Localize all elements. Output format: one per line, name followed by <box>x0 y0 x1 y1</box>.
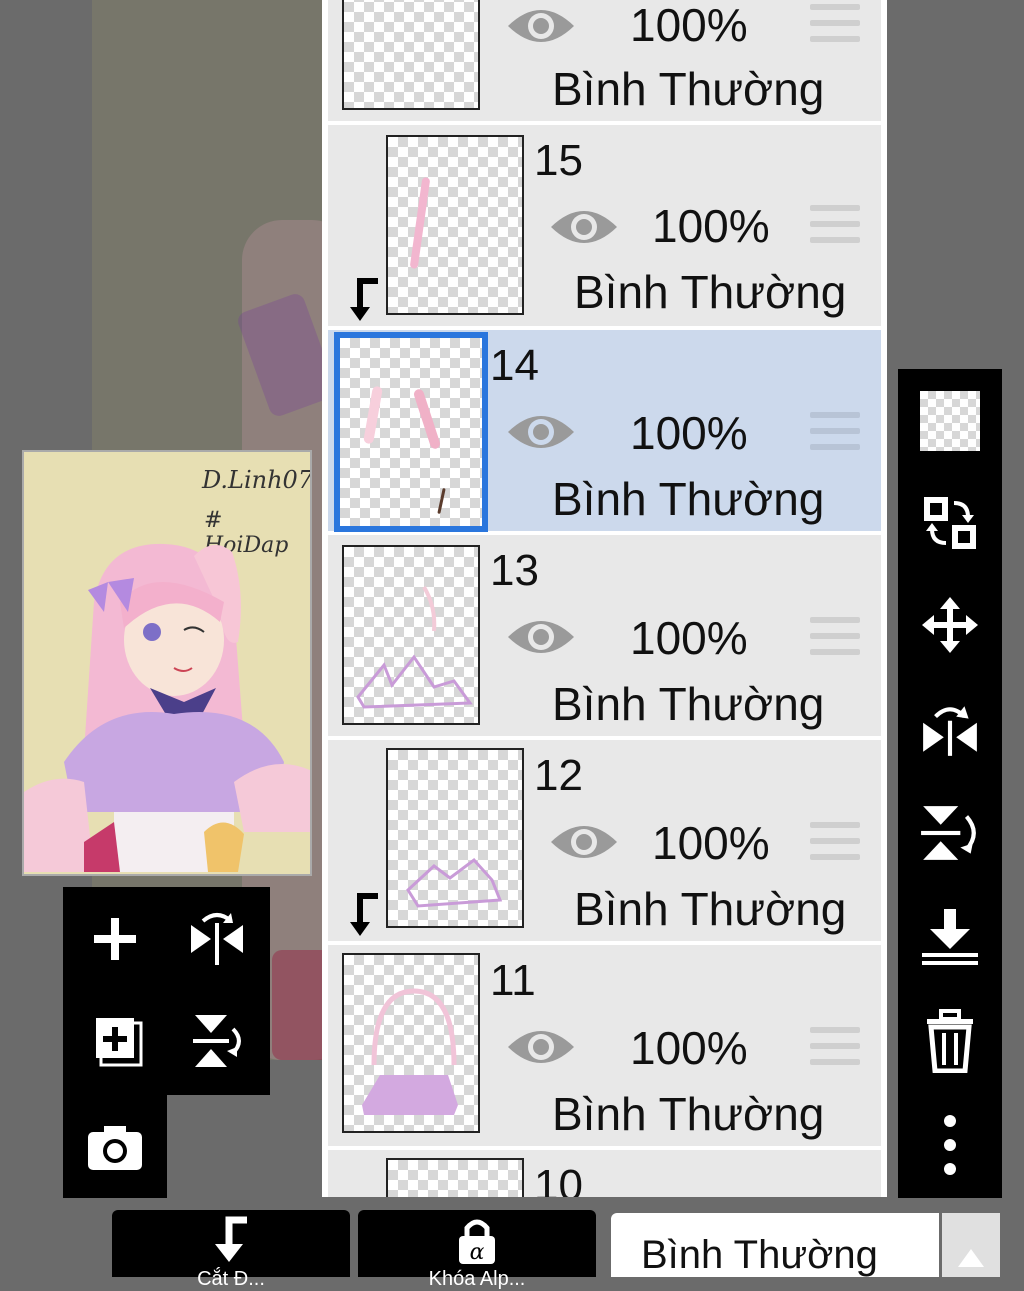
alpha-lock-button[interactable]: α Khóa Alp... <box>358 1210 596 1290</box>
artwork-thumbnail <box>24 543 310 872</box>
trash-icon <box>927 1009 973 1073</box>
layer-blend-mode[interactable]: Bình Thường <box>574 886 846 932</box>
layer-thumbnail[interactable] <box>342 545 480 725</box>
left-toolbar-camera <box>63 1095 167 1198</box>
delete-layer-button[interactable] <box>898 991 1002 1091</box>
blend-mode-dropdown-button[interactable] <box>942 1213 1000 1277</box>
more-options-button[interactable] <box>898 1095 1002 1195</box>
visibility-eye-icon[interactable] <box>506 1023 576 1071</box>
blend-mode-value: Bình Thường <box>641 1233 878 1277</box>
layer-opacity[interactable]: 100% <box>630 2 748 48</box>
layer-row[interactable]: 12 100% Bình Thường <box>328 740 881 943</box>
layer-row[interactable]: 13 100% Bình Thường <box>328 535 881 738</box>
transparent-icon <box>920 391 980 451</box>
layer-row-selected[interactable]: 14 100% Bình Thường <box>328 330 881 533</box>
transparent-fill-button[interactable] <box>898 371 1002 471</box>
right-toolbar <box>898 369 1002 1198</box>
layer-row[interactable]: 100% Bình Thường <box>328 0 881 123</box>
flip-horizontal-icon <box>923 706 977 756</box>
clipping-button[interactable]: Cắt Đ... <box>112 1210 350 1290</box>
flip-horizontal-icon <box>191 913 243 965</box>
layer-blend-mode[interactable]: Bình Thường <box>574 269 846 315</box>
layer-blend-mode[interactable]: Bình Thường <box>552 476 824 522</box>
blend-mode-select[interactable]: Bình Thường <box>611 1213 939 1277</box>
flip-vertical-button[interactable] <box>898 783 1002 883</box>
layer-thumbnail[interactable] <box>342 0 480 110</box>
add-layer-icon <box>94 918 136 960</box>
layer-number: 12 <box>534 751 583 800</box>
svg-text:α: α <box>470 1240 485 1265</box>
layer-row[interactable]: 11 100% Bình Thường <box>328 945 881 1148</box>
layer-thumbnail[interactable] <box>386 135 524 315</box>
layer-opacity[interactable]: 100% <box>652 203 770 249</box>
layer-number: 13 <box>490 546 539 595</box>
visibility-eye-icon[interactable] <box>506 613 576 661</box>
canvas-preview[interactable]: D.Linh074 # HoiDap <box>22 450 312 876</box>
camera-button[interactable] <box>65 1097 165 1197</box>
visibility-eye-icon[interactable] <box>506 408 576 456</box>
move-icon <box>922 597 978 653</box>
layer-number: 10 <box>534 1161 583 1198</box>
clipping-arrow-icon <box>215 1216 247 1262</box>
add-from-file-button[interactable] <box>65 991 165 1091</box>
layer-row[interactable]: 10 <box>328 1150 881 1197</box>
layer-blend-mode[interactable]: Bình Thường <box>552 66 824 112</box>
move-button[interactable] <box>898 575 1002 675</box>
add-layer-button[interactable] <box>65 889 165 989</box>
layer-opacity[interactable]: 100% <box>630 1025 748 1071</box>
chevron-up-icon <box>958 1249 984 1267</box>
flip-horizontal-button[interactable] <box>898 679 1002 779</box>
layer-blend-mode[interactable]: Bình Thường <box>552 1091 824 1137</box>
swap-layers-button[interactable] <box>898 473 1002 573</box>
drag-handle-icon[interactable] <box>810 617 860 657</box>
visibility-eye-icon[interactable] <box>549 818 619 866</box>
clipping-arrow-icon <box>350 278 378 321</box>
layer-opacity[interactable]: 100% <box>630 410 748 456</box>
layer-thumbnail[interactable] <box>386 748 524 928</box>
camera-icon <box>88 1126 142 1170</box>
drag-handle-icon[interactable] <box>810 1027 860 1067</box>
layer-opacity[interactable]: 100% <box>652 820 770 866</box>
more-icon <box>944 1115 956 1175</box>
alpha-lock-caption: Khóa Alp... <box>428 1268 526 1290</box>
layer-thumbnail[interactable] <box>386 1158 524 1197</box>
layer-blend-mode[interactable]: Bình Thường <box>552 681 824 727</box>
swap-layers-icon <box>924 497 976 549</box>
alpha-lock-icon: α <box>459 1219 495 1265</box>
flip-vertical-icon <box>193 1015 241 1067</box>
layer-panel[interactable]: 100% Bình Thường 15 100% Bình Thường 14 … <box>322 0 887 1197</box>
flip-vertical-icon <box>921 806 976 860</box>
drag-handle-icon[interactable] <box>810 4 860 44</box>
merge-down-button[interactable] <box>898 887 1002 987</box>
flip-vertical-button[interactable] <box>167 991 267 1091</box>
drag-handle-icon[interactable] <box>810 822 860 862</box>
add-from-file-icon <box>94 1016 143 1067</box>
merge-down-icon <box>922 909 978 965</box>
clipping-caption: Cắt Đ... <box>197 1268 265 1290</box>
flip-horizontal-button[interactable] <box>167 889 267 989</box>
layer-row[interactable]: 15 100% Bình Thường <box>328 125 881 328</box>
left-toolbar <box>63 887 270 1095</box>
layer-thumbnail[interactable] <box>342 953 480 1133</box>
drag-handle-icon[interactable] <box>810 412 860 452</box>
clipping-arrow-icon <box>350 893 378 936</box>
layer-number: 15 <box>534 136 583 185</box>
layer-opacity[interactable]: 100% <box>630 615 748 661</box>
drag-handle-icon[interactable] <box>810 205 860 245</box>
layer-thumbnail[interactable] <box>334 332 488 532</box>
visibility-eye-icon[interactable] <box>549 203 619 251</box>
visibility-eye-icon[interactable] <box>506 2 576 50</box>
layer-number: 11 <box>490 956 536 1005</box>
layer-number: 14 <box>490 341 539 390</box>
